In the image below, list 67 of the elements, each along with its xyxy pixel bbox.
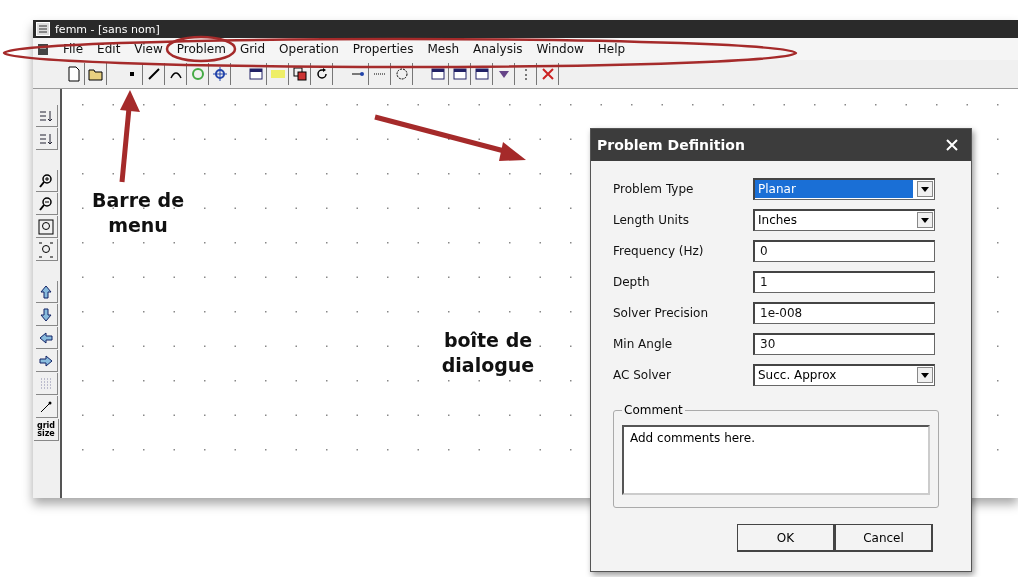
arrow-up-icon <box>38 283 54 300</box>
field-label: AC Solver <box>613 367 672 382</box>
menu-item[interactable]: Operation <box>279 42 339 56</box>
toolbar-button[interactable] <box>35 281 58 303</box>
new-document-icon <box>65 66 82 82</box>
menu-item[interactable]: Properties <box>352 42 414 56</box>
text-field[interactable]: 1e-008 <box>753 301 935 324</box>
grid-icon <box>38 375 54 392</box>
field-label: Min Angle <box>613 336 674 351</box>
field-label: Solver Precision <box>613 305 710 320</box>
window-icon <box>247 66 264 82</box>
open-folder-icon <box>87 66 104 82</box>
dotted-line-icon <box>373 73 386 75</box>
field-label: Depth <box>613 274 651 289</box>
toolbar-button[interactable] <box>35 193 58 215</box>
grid-size-button[interactable]: grid size <box>34 419 59 441</box>
menu-item[interactable]: Analysis <box>473 42 523 56</box>
point-icon <box>351 72 364 76</box>
group-label: Comment <box>622 403 685 417</box>
arrow-right-icon <box>38 352 54 369</box>
dashed-circle-icon <box>393 66 410 82</box>
arrow-left-icon <box>38 329 54 346</box>
text-field[interactable]: 0 <box>753 239 935 262</box>
dropdown-field[interactable]: Succ. Approx <box>753 363 935 386</box>
close-icon[interactable] <box>945 138 959 152</box>
window-icon <box>429 66 446 82</box>
text-field[interactable]: 1 <box>753 270 935 293</box>
field-label: Length Units <box>613 212 690 227</box>
menu-item[interactable]: Help <box>597 42 626 56</box>
menu-item[interactable]: Grid <box>239 42 266 56</box>
window-title: femm - [sans nom] <box>55 22 160 36</box>
field-label: Problem Type <box>613 181 695 196</box>
toolbar-button[interactable] <box>35 304 58 326</box>
zoom-window-icon <box>38 218 54 235</box>
menu-item[interactable]: View <box>134 42 163 56</box>
menu-item[interactable]: Window <box>536 42 584 56</box>
dialog-title: Problem Definition <box>597 137 745 153</box>
toolbar-button[interactable] <box>35 239 58 261</box>
toolbar-button[interactable] <box>35 327 58 349</box>
toolbar-button[interactable] <box>35 216 58 238</box>
copy-icon <box>291 66 308 82</box>
circle-icon <box>189 66 206 82</box>
node-icon <box>129 72 134 76</box>
toolbar-button[interactable] <box>35 396 58 418</box>
dropdown-field[interactable]: Planar <box>753 177 935 200</box>
dots-icon <box>524 68 527 80</box>
field-label: Frequency (Hz) <box>613 243 705 258</box>
app-icon[interactable] <box>37 42 49 56</box>
target-icon <box>211 66 228 82</box>
annotation-label: Barre de menu <box>91 188 185 238</box>
window-icon <box>473 66 490 82</box>
arrow-down-icon <box>38 306 54 323</box>
zoom-extents-icon <box>38 241 54 258</box>
zoom-in-icon <box>38 172 54 189</box>
annotation-circle <box>165 35 237 63</box>
toolbar-button[interactable] <box>35 350 58 372</box>
window-icon <box>451 66 468 82</box>
menu-item[interactable]: Mesh <box>427 42 460 56</box>
zoom-out-icon <box>38 195 54 212</box>
annotation-label: boîte de dialogue <box>440 328 536 378</box>
dialog-button[interactable]: Cancel <box>835 524 933 552</box>
cross-icon <box>539 66 556 82</box>
text-field[interactable]: 30 <box>753 332 935 355</box>
dropdown-field[interactable]: Inches <box>753 208 935 231</box>
comment-field[interactable]: Add comments here. <box>622 425 930 495</box>
dialog-button[interactable]: OK <box>737 524 835 552</box>
toolbar-button[interactable] <box>35 170 58 192</box>
